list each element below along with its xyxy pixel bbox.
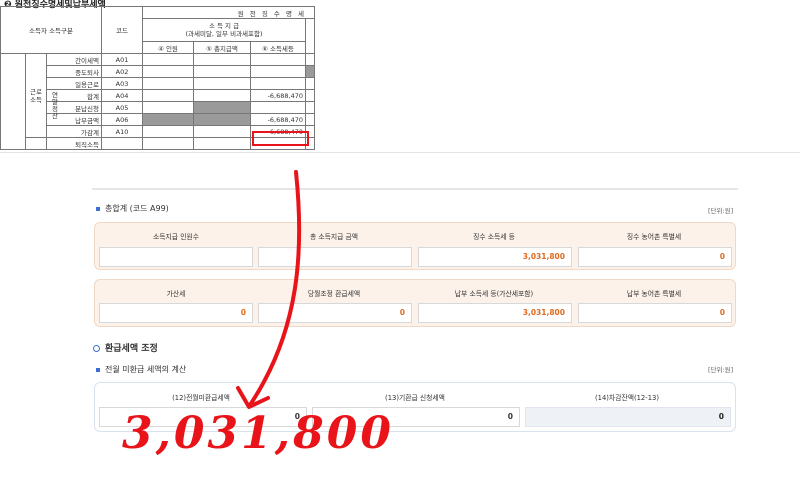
handwritten-amount: 3,031,800 — [122, 408, 394, 459]
annotation-arrow-icon — [236, 170, 302, 409]
